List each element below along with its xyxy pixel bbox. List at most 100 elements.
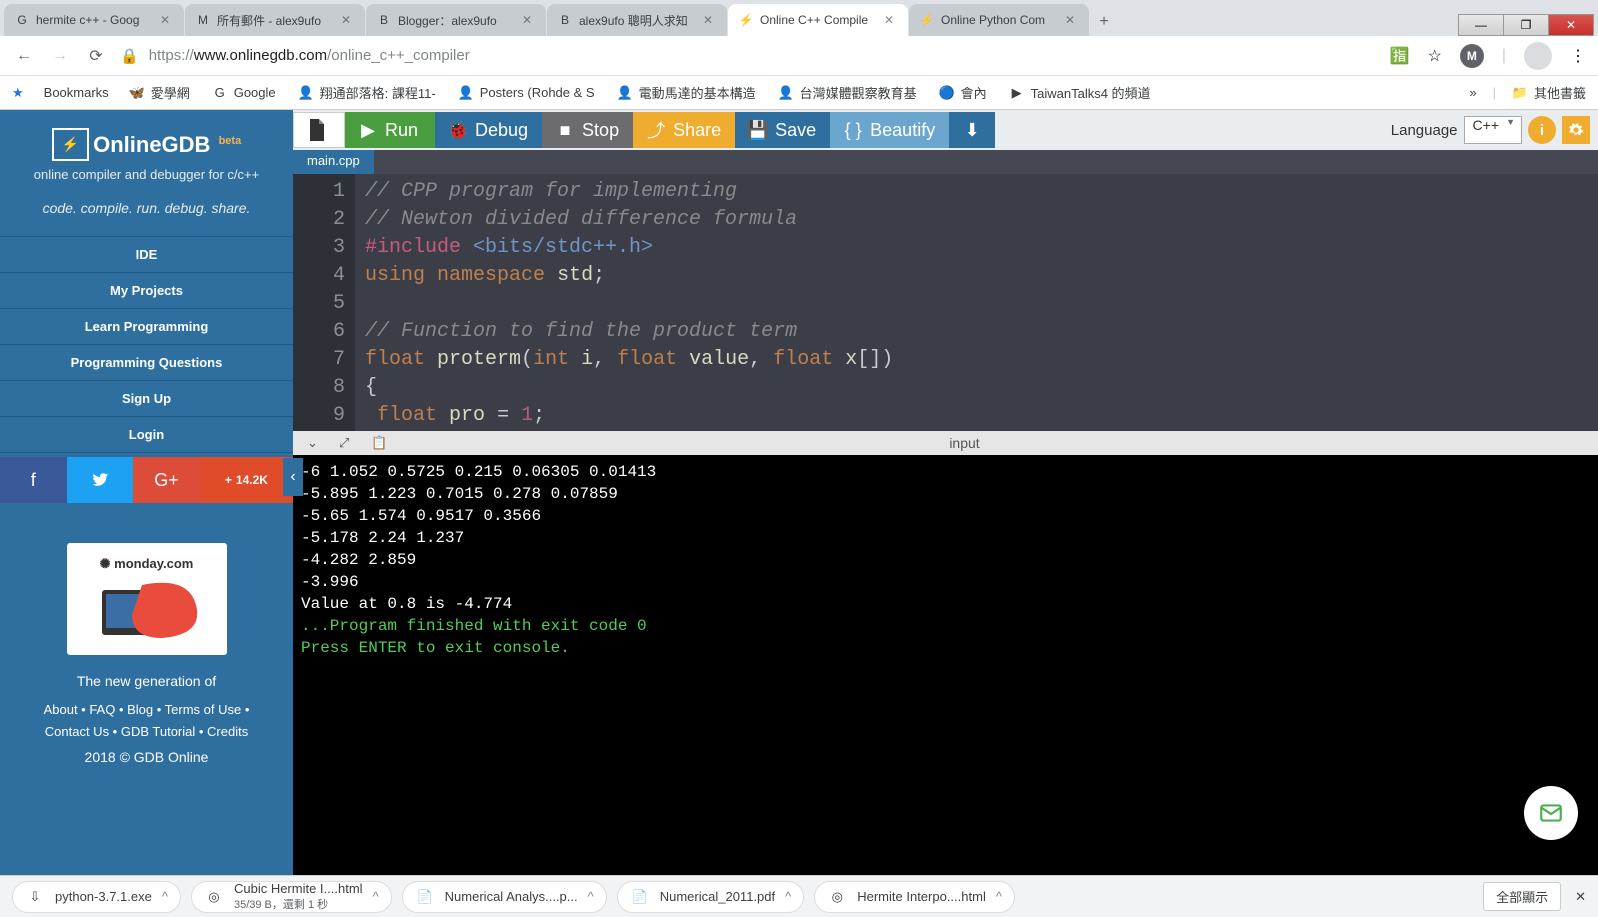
download-item[interactable]: ◎Hermite Interpo....html^: [814, 881, 1015, 913]
feedback-fab[interactable]: [1524, 786, 1578, 840]
twitter-button[interactable]: [67, 457, 134, 503]
chevron-down-icon[interactable]: ⌄: [307, 435, 321, 451]
bookmark-item[interactable]: 👤電動馬達的基本構造: [617, 83, 756, 102]
bookmark-item[interactable]: 👤台灣媒體觀察教育基: [778, 83, 917, 102]
ad-box[interactable]: ✺ monday.com: [67, 543, 227, 655]
window-maximize[interactable]: ❐: [1503, 14, 1549, 36]
file-icon: 📄: [415, 887, 435, 907]
terminal-output[interactable]: -6 1.052 0.5725 0.215 0.06305 0.01413 -5…: [293, 455, 1598, 875]
googleplus-button[interactable]: G+: [133, 457, 200, 503]
bookmarks-label[interactable]: Bookmarks: [44, 85, 109, 100]
facebook-button[interactable]: f: [0, 457, 67, 503]
new-file-button[interactable]: [293, 112, 345, 148]
run-button[interactable]: ▶ Run: [345, 112, 435, 148]
code-line[interactable]: [365, 290, 893, 318]
window-minimize[interactable]: —: [1458, 14, 1504, 36]
beautify-button[interactable]: { } Beautify: [830, 112, 949, 148]
menu-icon[interactable]: ⋮: [1570, 46, 1586, 66]
back-button[interactable]: ←: [12, 44, 36, 68]
chevron-up-icon[interactable]: ^: [373, 889, 379, 904]
file-tabs-row: main.cpp: [293, 150, 1598, 174]
other-bookmarks-folder[interactable]: 📁 其他書籤: [1512, 83, 1586, 102]
sidebar-collapse-handle[interactable]: ‹: [283, 458, 303, 496]
browser-tab[interactable]: ⚡ Online C++ Compile ✕: [728, 4, 908, 36]
bookmark-star-icon[interactable]: ☆: [1428, 46, 1442, 66]
bookmark-item[interactable]: ▶TaiwanTalks4 的頻道: [1009, 83, 1151, 102]
download-item[interactable]: 📄Numerical Analys....p...^: [402, 881, 607, 913]
code-line[interactable]: {: [365, 374, 893, 402]
gear-icon: [1568, 122, 1584, 138]
code-line[interactable]: float pro = 1;: [365, 402, 893, 430]
share-button[interactable]: ⤴ Share: [633, 112, 735, 148]
expand-icon[interactable]: ⤢: [339, 435, 353, 451]
translate-icon[interactable]: 🈯: [1390, 46, 1410, 66]
chevron-up-icon[interactable]: ^: [996, 889, 1002, 904]
favicon-icon: B: [557, 12, 573, 28]
download-item[interactable]: 📄Numerical_2011.pdf^: [617, 881, 805, 913]
bookmarks-star-icon: ★: [12, 85, 24, 101]
new-tab-button[interactable]: +: [1090, 8, 1118, 36]
share-count-button[interactable]: + 14.2K: [200, 457, 293, 503]
close-icon[interactable]: ✕: [703, 13, 717, 27]
save-button[interactable]: 💾 Save: [735, 112, 830, 148]
sidebar-item[interactable]: Sign Up: [0, 381, 293, 417]
chevron-up-icon[interactable]: ^: [588, 889, 594, 904]
sidebar-item[interactable]: My Projects: [0, 273, 293, 309]
close-icon[interactable]: ✕: [522, 13, 536, 27]
bookmarks-overflow[interactable]: »: [1469, 85, 1476, 100]
bookmark-item[interactable]: 👤翔通部落格: 課程11-: [298, 83, 436, 102]
settings-button[interactable]: [1562, 116, 1590, 144]
download-button[interactable]: ⬇: [949, 112, 995, 148]
code-line[interactable]: #include <bits/stdc++.h>: [365, 234, 893, 262]
bookmark-icon: 🔵: [939, 85, 955, 101]
code-text[interactable]: // CPP program for implementing// Newton…: [355, 174, 893, 431]
bookmark-item[interactable]: 🦋愛學網: [129, 83, 190, 102]
bookmark-item[interactable]: 👤Posters (Rohde & S: [458, 83, 595, 102]
bookmark-item[interactable]: GGoogle: [212, 83, 276, 102]
show-all-downloads[interactable]: 全部顯示: [1483, 882, 1561, 911]
reload-button[interactable]: ⟳: [84, 44, 108, 68]
stop-button[interactable]: ■ Stop: [542, 112, 633, 148]
sidebar-item[interactable]: IDE: [0, 237, 293, 273]
forward-button[interactable]: →: [48, 44, 72, 68]
download-icon: ⬇: [965, 120, 980, 141]
sidebar-item[interactable]: Programming Questions: [0, 345, 293, 381]
code-line[interactable]: // Newton divided difference formula: [365, 206, 893, 234]
download-item[interactable]: ◎Cubic Hermite I....html35/39 B，還剩 1 秒^: [191, 881, 392, 913]
code-editor[interactable]: 123456789 // CPP program for implementin…: [293, 174, 1598, 431]
copy-icon[interactable]: 📋: [371, 435, 385, 451]
language-select[interactable]: C++: [1464, 116, 1522, 144]
footer-links-1[interactable]: About • FAQ • Blog • Terms of Use •: [0, 699, 293, 721]
close-icon[interactable]: ✕: [1065, 13, 1079, 27]
chevron-up-icon[interactable]: ^: [785, 889, 791, 904]
profile-avatar[interactable]: [1524, 42, 1552, 70]
extension-icon[interactable]: M: [1460, 44, 1484, 68]
file-icon: ◎: [827, 887, 847, 907]
share-icon: ⤴: [647, 121, 665, 139]
file-tab[interactable]: main.cpp: [293, 150, 374, 174]
code-line[interactable]: float proterm(int i, float value, float …: [365, 346, 893, 374]
close-icon[interactable]: ✕: [884, 13, 898, 27]
window-close[interactable]: ✕: [1548, 14, 1594, 36]
sidebar-item[interactable]: Login: [0, 417, 293, 453]
code-line[interactable]: // Function to find the product term: [365, 318, 893, 346]
sidebar-item[interactable]: Learn Programming: [0, 309, 293, 345]
code-line[interactable]: // CPP program for implementing: [365, 178, 893, 206]
close-downloads-bar[interactable]: ✕: [1575, 889, 1586, 905]
info-button[interactable]: i: [1528, 116, 1556, 144]
browser-tab[interactable]: G hermite c++ - Goog ✕: [4, 4, 184, 36]
code-line[interactable]: using namespace std;: [365, 262, 893, 290]
close-icon[interactable]: ✕: [341, 13, 355, 27]
browser-tab[interactable]: ⚡ Online Python Com ✕: [909, 4, 1089, 36]
chevron-up-icon[interactable]: ^: [162, 889, 168, 904]
footer-links-2[interactable]: Contact Us • GDB Tutorial • Credits: [0, 721, 293, 743]
close-icon[interactable]: ✕: [160, 13, 174, 27]
browser-tab[interactable]: B alex9ufo 聰明人求知 ✕: [547, 4, 727, 36]
address-bar[interactable]: 🔒 https://www.onlinegdb.com/online_c++_c…: [120, 41, 1378, 71]
debug-button[interactable]: 🐞 Debug: [435, 112, 542, 148]
browser-tab[interactable]: B Blogger：alex9ufo ✕: [366, 4, 546, 36]
download-item[interactable]: ⇩python-3.7.1.exe^: [12, 881, 181, 913]
bookmark-item[interactable]: 🔵會內: [939, 83, 987, 102]
logo-icon: ⚡: [52, 128, 89, 161]
browser-tab[interactable]: M 所有郵件 - alex9ufo ✕: [185, 4, 365, 36]
